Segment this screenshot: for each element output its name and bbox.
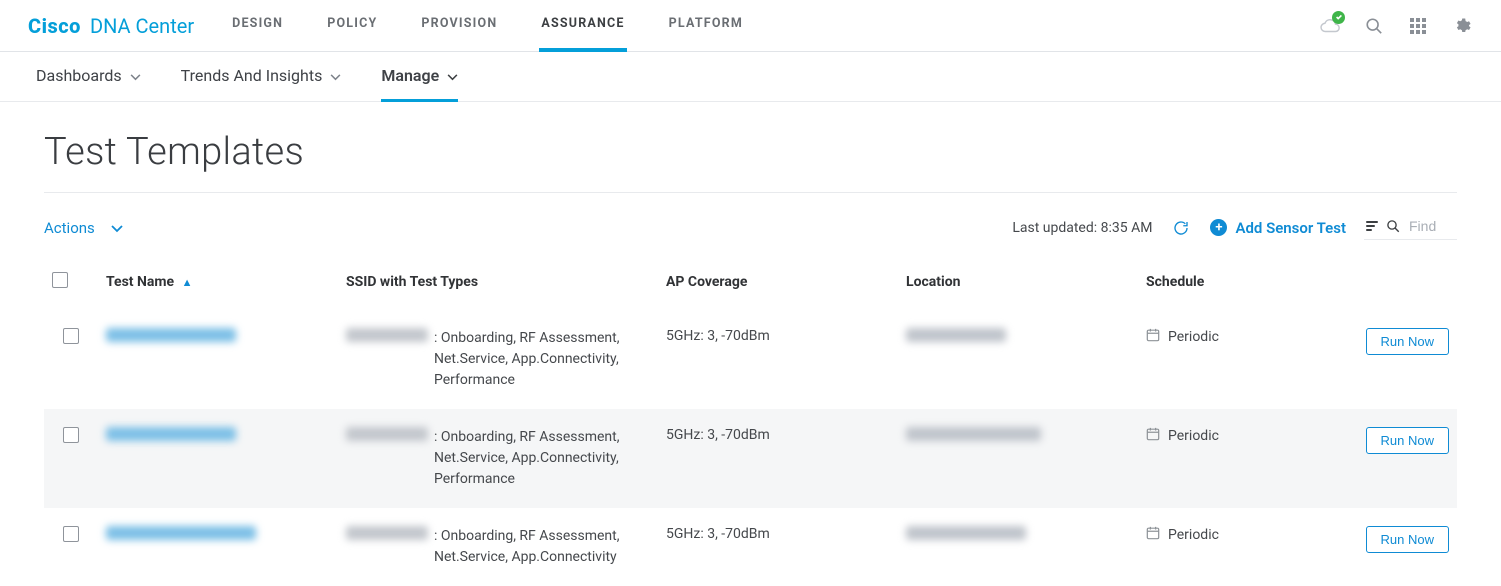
table-row: : Onboarding, RF Assessment, Net.Service… xyxy=(44,508,1457,586)
location-redacted xyxy=(906,427,1041,441)
brand-logo[interactable]: Cisco DNA Center xyxy=(28,14,194,38)
ssid-tests: Onboarding, RF Assessment, Net.Service, … xyxy=(434,330,620,388)
refresh-icon[interactable] xyxy=(1170,217,1192,239)
header-test-name[interactable]: Test Name ▲ xyxy=(98,262,338,310)
check-icon xyxy=(1332,11,1345,24)
ssid-name-redacted xyxy=(346,526,428,540)
tab-dashboards[interactable]: Dashboards xyxy=(36,52,141,102)
calendar-icon xyxy=(1146,427,1160,445)
find-box[interactable] xyxy=(1364,215,1457,240)
ssid-name-redacted xyxy=(346,427,428,441)
ap-coverage: 5GHz: 3, -70dBm xyxy=(658,508,898,586)
actions-label: Actions xyxy=(44,219,95,237)
nav-design[interactable]: DESIGN xyxy=(230,0,285,52)
brand-product: DNA Center xyxy=(90,14,194,38)
header-schedule[interactable]: Schedule xyxy=(1138,262,1318,310)
ssid-name-redacted xyxy=(346,328,428,342)
search-icon[interactable] xyxy=(1363,15,1385,37)
nav-platform[interactable]: PLATFORM xyxy=(667,0,745,52)
table-row: : Onboarding, RF Assessment, Net.Service… xyxy=(44,310,1457,409)
location-redacted xyxy=(906,328,1006,342)
actions-dropdown[interactable]: Actions xyxy=(44,219,123,237)
chevron-down-icon xyxy=(111,219,123,237)
calendar-icon xyxy=(1146,328,1160,346)
tab-dashboards-label: Dashboards xyxy=(36,66,122,85)
chevron-down-icon xyxy=(130,66,141,85)
test-name-link[interactable] xyxy=(106,526,256,540)
top-bar: Cisco DNA Center DESIGN POLICY PROVISION… xyxy=(0,0,1501,52)
sort-asc-icon: ▲ xyxy=(182,276,193,289)
schedule-value: Periodic xyxy=(1168,329,1219,345)
chevron-down-icon xyxy=(330,66,341,85)
add-sensor-test-button[interactable]: + Add Sensor Test xyxy=(1210,219,1346,237)
select-all-checkbox[interactable] xyxy=(52,272,68,288)
table-row: : Onboarding, RF Assessment, Net.Service… xyxy=(44,409,1457,508)
nav-provision[interactable]: PROVISION xyxy=(419,0,499,52)
row-checkbox[interactable] xyxy=(63,427,79,443)
table-header-row: Test Name ▲ SSID with Test Types AP Cove… xyxy=(44,262,1457,310)
row-checkbox[interactable] xyxy=(63,328,79,344)
schedule-value: Periodic xyxy=(1168,428,1219,444)
last-updated: Last updated: 8:35 AM xyxy=(1012,220,1152,236)
apps-grid-icon[interactable] xyxy=(1407,15,1429,37)
tab-manage-label: Manage xyxy=(381,66,439,85)
ssid-tests: Onboarding, RF Assessment, Net.Service, … xyxy=(434,429,620,487)
header-ap[interactable]: AP Coverage xyxy=(658,262,898,310)
gear-icon[interactable] xyxy=(1451,15,1473,37)
tests-table: Test Name ▲ SSID with Test Types AP Cove… xyxy=(44,262,1457,586)
tab-trends[interactable]: Trends And Insights xyxy=(181,52,342,102)
tab-trends-label: Trends And Insights xyxy=(181,66,323,85)
find-input[interactable] xyxy=(1407,217,1455,235)
nav-policy[interactable]: POLICY xyxy=(325,0,379,52)
page-title: Test Templates xyxy=(44,130,1457,174)
schedule-value: Periodic xyxy=(1168,527,1219,543)
run-now-button[interactable]: Run Now xyxy=(1366,526,1449,553)
calendar-icon xyxy=(1146,526,1160,544)
cloud-status-icon[interactable] xyxy=(1319,15,1341,37)
toolbar: Actions Last updated: 8:35 AM + Add Sens… xyxy=(44,215,1457,240)
sub-nav: Dashboards Trends And Insights Manage xyxy=(0,52,1501,102)
divider xyxy=(44,192,1457,193)
run-now-button[interactable]: Run Now xyxy=(1366,427,1449,454)
topbar-right xyxy=(1319,15,1473,37)
chevron-down-icon xyxy=(447,66,458,85)
ap-coverage: 5GHz: 3, -70dBm xyxy=(658,310,898,409)
main-nav: DESIGN POLICY PROVISION ASSURANCE PLATFO… xyxy=(230,0,745,52)
brand-cisco: Cisco xyxy=(28,14,81,38)
header-location[interactable]: Location xyxy=(898,262,1138,310)
location-redacted xyxy=(906,526,1026,540)
page: Test Templates Actions Last updated: 8:3… xyxy=(0,102,1501,586)
tab-manage[interactable]: Manage xyxy=(381,52,458,102)
ap-coverage: 5GHz: 3, -70dBm xyxy=(658,409,898,508)
filter-icon xyxy=(1366,221,1378,231)
header-ssid[interactable]: SSID with Test Types xyxy=(338,262,658,310)
run-now-button[interactable]: Run Now xyxy=(1366,328,1449,355)
test-name-link[interactable] xyxy=(106,328,236,342)
search-icon xyxy=(1386,219,1401,234)
plus-icon: + xyxy=(1210,219,1227,236)
row-checkbox[interactable] xyxy=(63,526,79,542)
add-sensor-test-label: Add Sensor Test xyxy=(1235,219,1346,237)
test-name-link[interactable] xyxy=(106,427,236,441)
nav-assurance[interactable]: ASSURANCE xyxy=(539,0,626,52)
